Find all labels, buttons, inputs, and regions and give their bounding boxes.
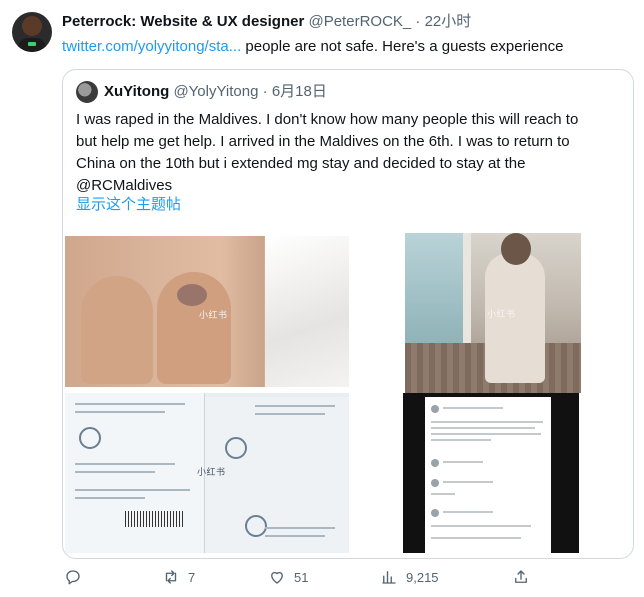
tweet-header: Peterrock: Website & UX designer @PeterR… (62, 12, 471, 32)
retweet-button[interactable]: 7 (162, 564, 195, 590)
retweet-count: 7 (188, 569, 196, 585)
tweet-timestamp[interactable]: 22小时 (425, 13, 472, 30)
like-count: 51 (294, 569, 309, 585)
author-handle[interactable]: @PeterROCK_ (308, 13, 411, 30)
share-icon (515, 570, 527, 583)
quoted-tweet[interactable]: XuYitong @YolyYitong · 6月18日 I was raped… (62, 69, 634, 559)
watermark-label: 小红书 (199, 311, 228, 321)
views-icon (382, 571, 396, 584)
media-image-screenshot[interactable] (403, 393, 579, 553)
media-image-documents[interactable]: 小红书 (65, 393, 349, 553)
tweet-link[interactable]: twitter.com/yolyyitong/sta... (62, 38, 241, 55)
share-button[interactable] (512, 564, 538, 590)
watermark-label: 小红书 (197, 468, 226, 478)
author-avatar[interactable] (12, 12, 52, 52)
like-button[interactable]: 51 (268, 564, 308, 590)
quoted-tweet-text: I was raped in the Maldives. I don't kno… (76, 109, 628, 197)
quoted-tweet-header: XuYitong @YolyYitong · 6月18日 (104, 82, 327, 102)
retweet-icon (165, 570, 177, 584)
reply-button[interactable] (64, 564, 90, 590)
quoted-author-name[interactable]: XuYitong (104, 83, 169, 100)
tweet-text: twitter.com/yolyyitong/sta... people are… (62, 37, 563, 57)
reply-icon (66, 570, 80, 585)
quoted-date[interactable]: 6月18日 (272, 83, 327, 100)
media-image-knees[interactable]: 小红书 (65, 236, 349, 387)
author-name[interactable]: Peterrock: Website & UX designer (62, 13, 304, 30)
heart-icon (271, 571, 283, 584)
quoted-text-line: China on the 10th but i extended mg stay… (76, 155, 526, 172)
watermark-label: 小红书 (487, 310, 516, 320)
views-button[interactable]: 9,215 (380, 564, 439, 590)
views-count: 9,215 (406, 569, 439, 585)
tweet-text-body: people are not safe. Here's a guests exp… (241, 38, 564, 55)
quoted-text-line: but help me get help. I arrived in the M… (76, 133, 570, 150)
quoted-mention[interactable]: @RCMaldives (76, 175, 628, 197)
show-thread-link[interactable]: 显示这个主题帖 (76, 195, 181, 215)
separator-dot: · (262, 83, 268, 100)
tweet: Peterrock: Website & UX designer @PeterR… (0, 0, 644, 597)
separator-dot: · (415, 13, 421, 30)
quoted-author-avatar[interactable] (76, 81, 98, 103)
quoted-text-line: I was raped in the Maldives. I don't kno… (76, 111, 579, 128)
quoted-author-handle[interactable]: @YolyYitong (173, 83, 258, 100)
tweet-actions: 7 51 9,215 (62, 564, 634, 590)
media-image-mirror[interactable]: 小红书 (405, 233, 581, 393)
